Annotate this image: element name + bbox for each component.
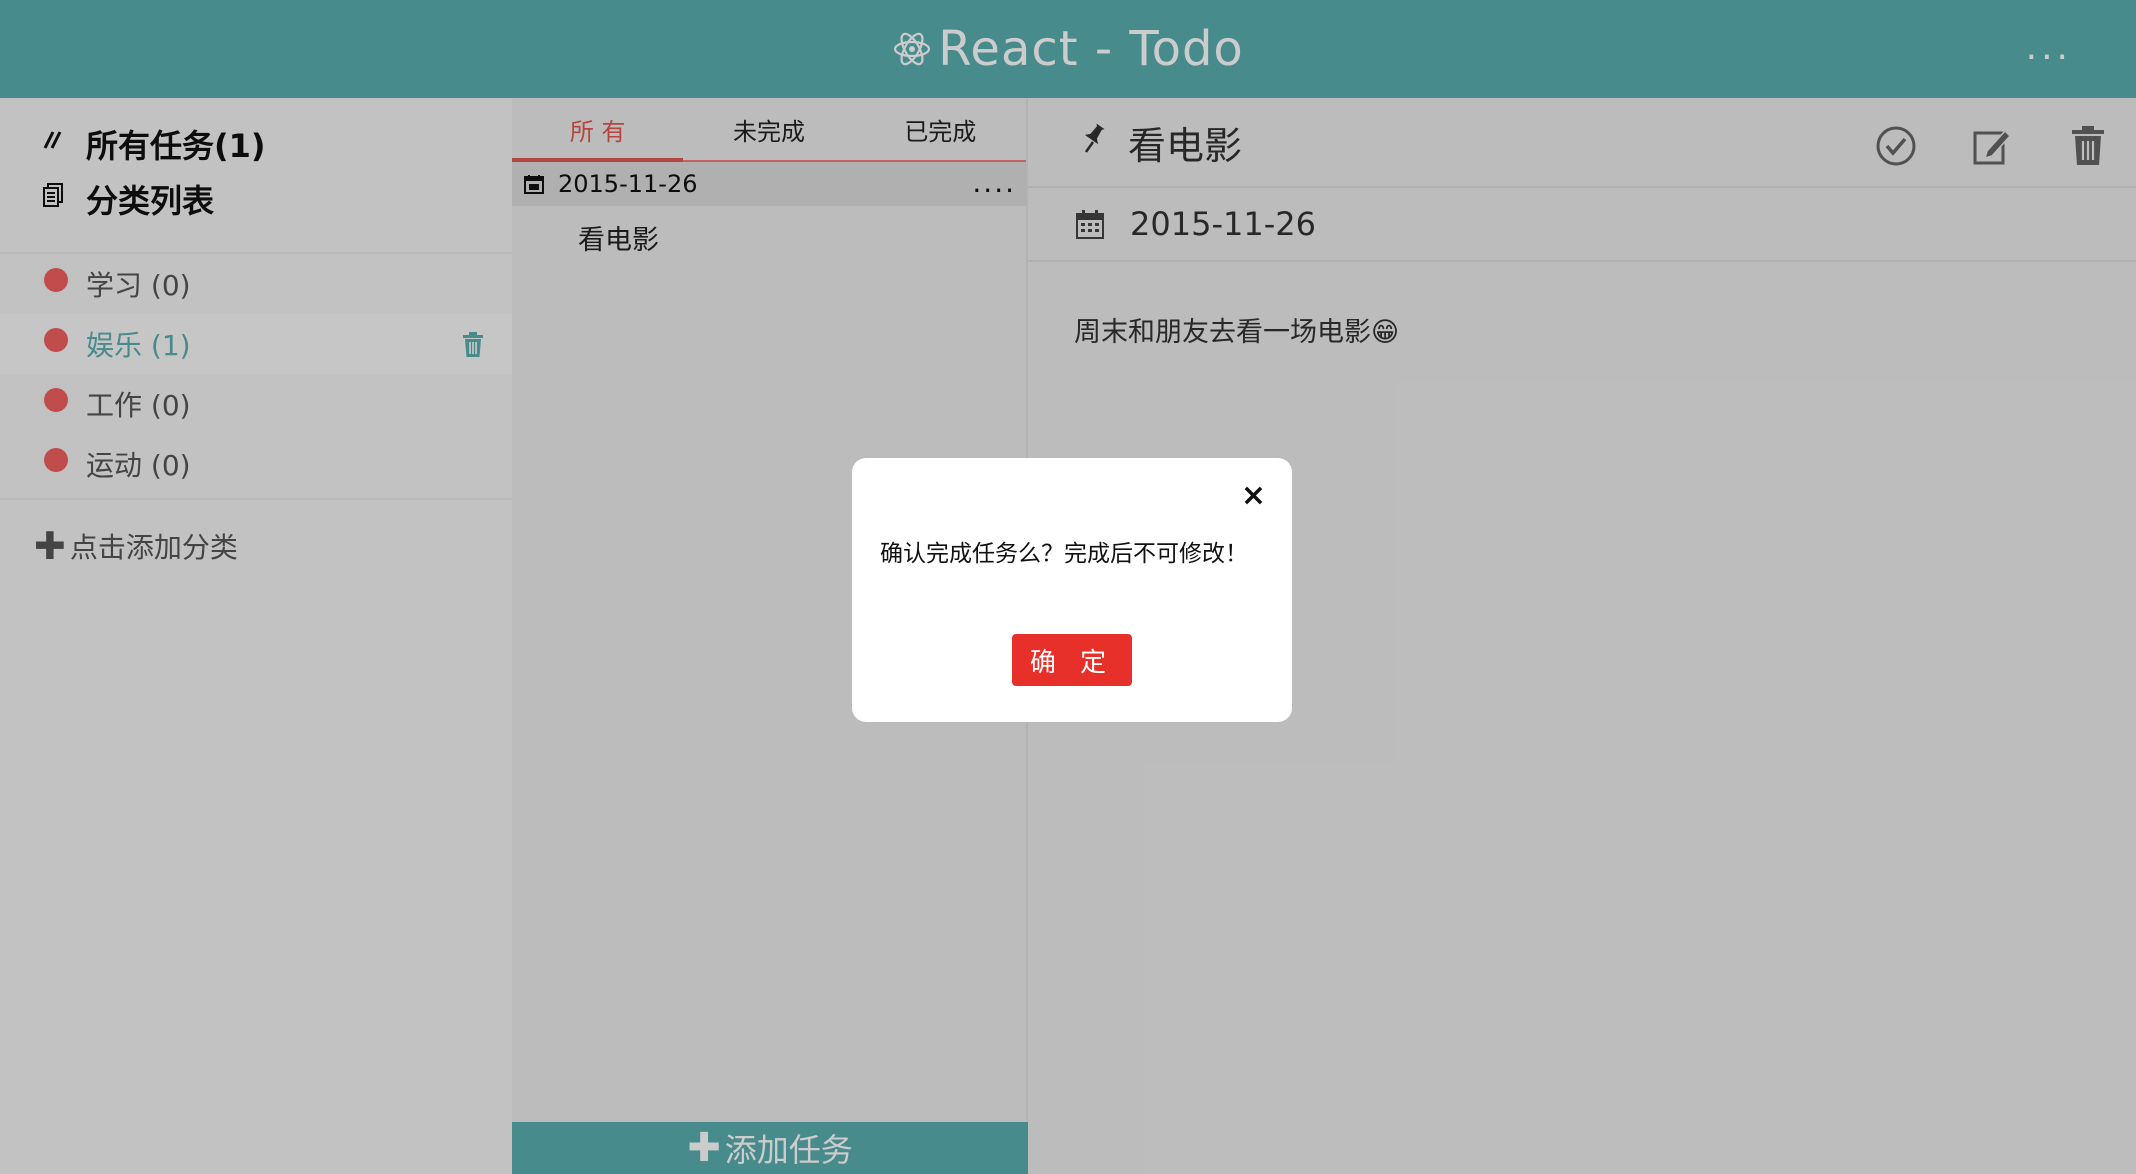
- app: React - Todo ... 所有任务(1) 分类列表 学习 (0) 娱乐 …: [0, 0, 2136, 1174]
- confirm-message: 确认完成任务么？完成后不可修改！: [880, 541, 1248, 567]
- close-icon[interactable]: ×: [1241, 478, 1266, 513]
- confirm-dialog: × 确认完成任务么？完成后不可修改！ 确 定: [852, 458, 1292, 722]
- confirm-button[interactable]: 确 定: [1012, 634, 1132, 686]
